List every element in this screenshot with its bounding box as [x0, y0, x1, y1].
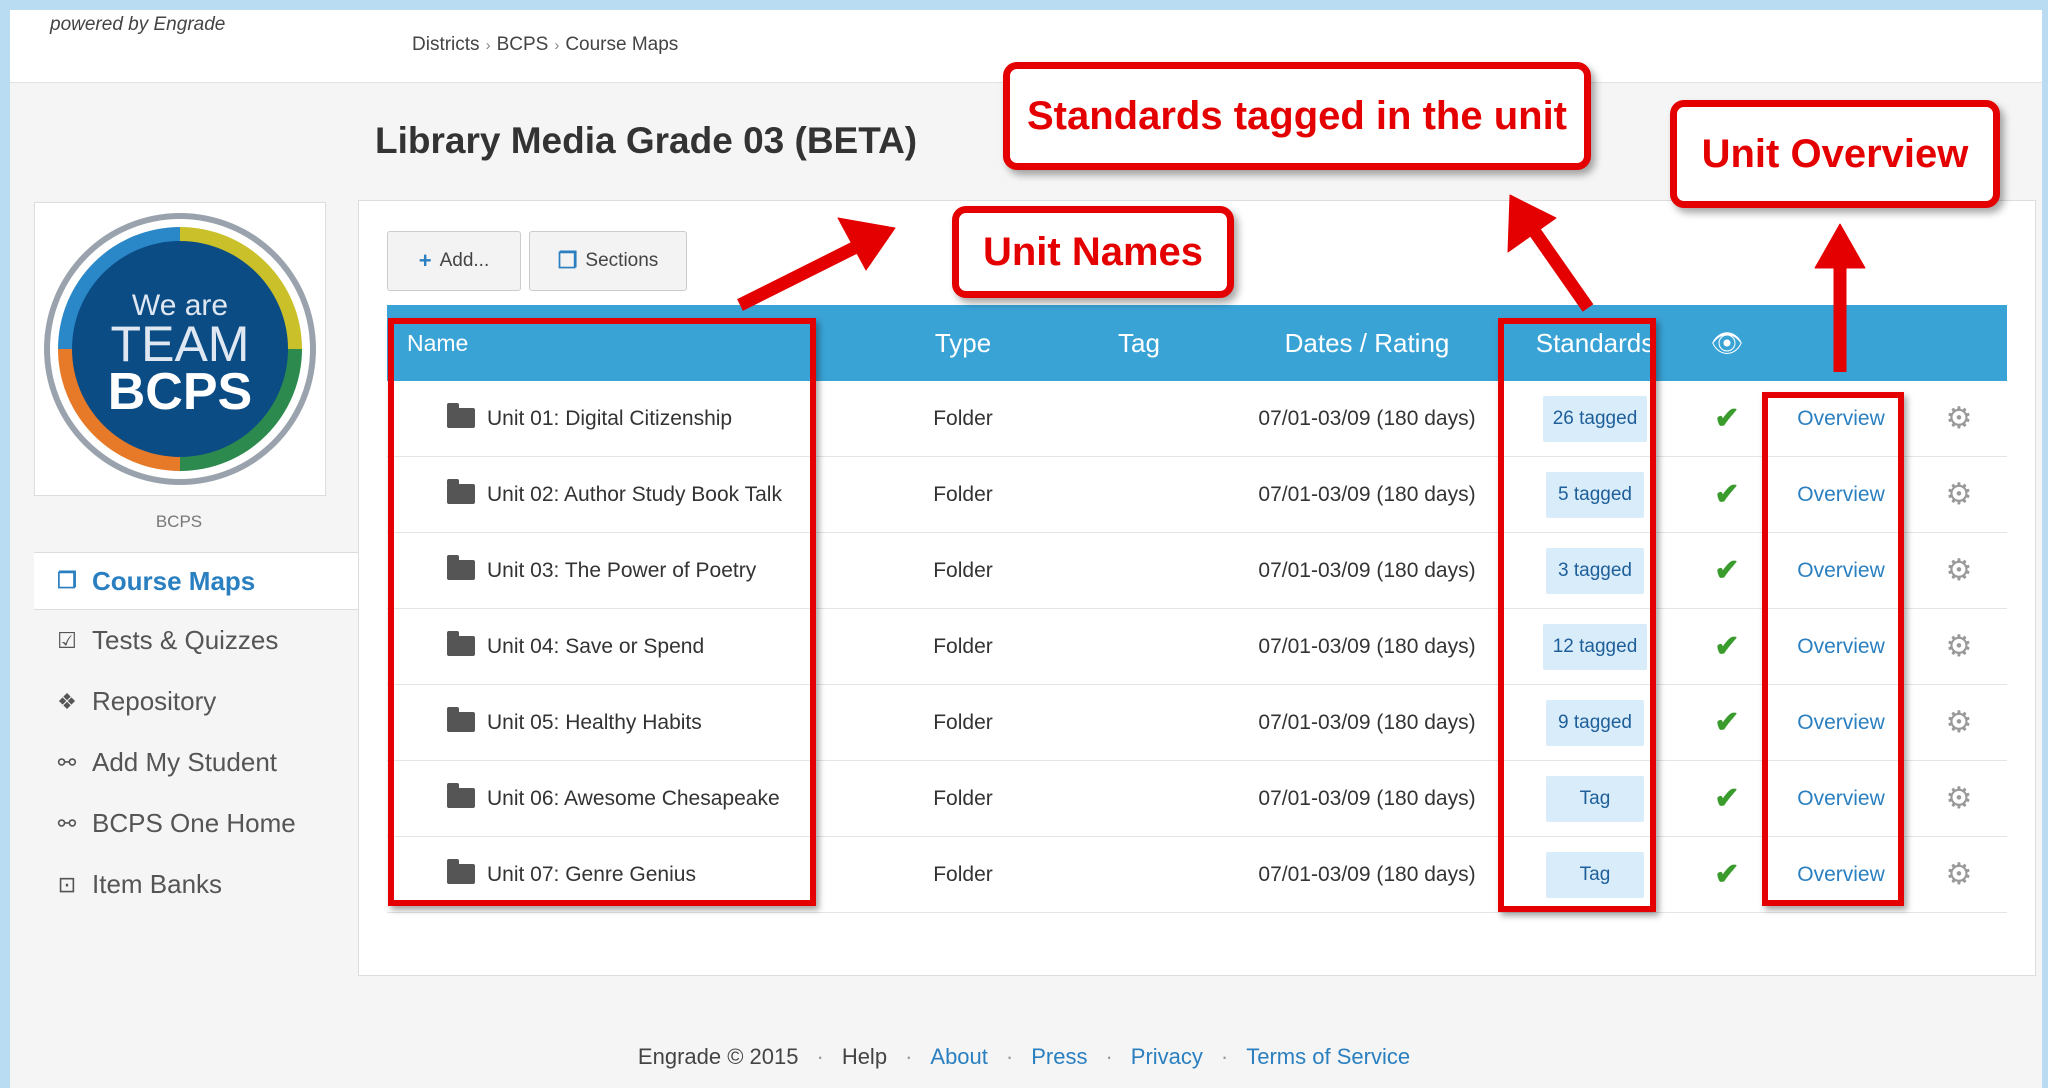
annotation-unit-names: Unit Names	[952, 206, 1234, 298]
annotation-unit-overview: Unit Overview	[1670, 100, 2000, 208]
annotation-standards: Standards tagged in the unit	[1003, 62, 1591, 170]
